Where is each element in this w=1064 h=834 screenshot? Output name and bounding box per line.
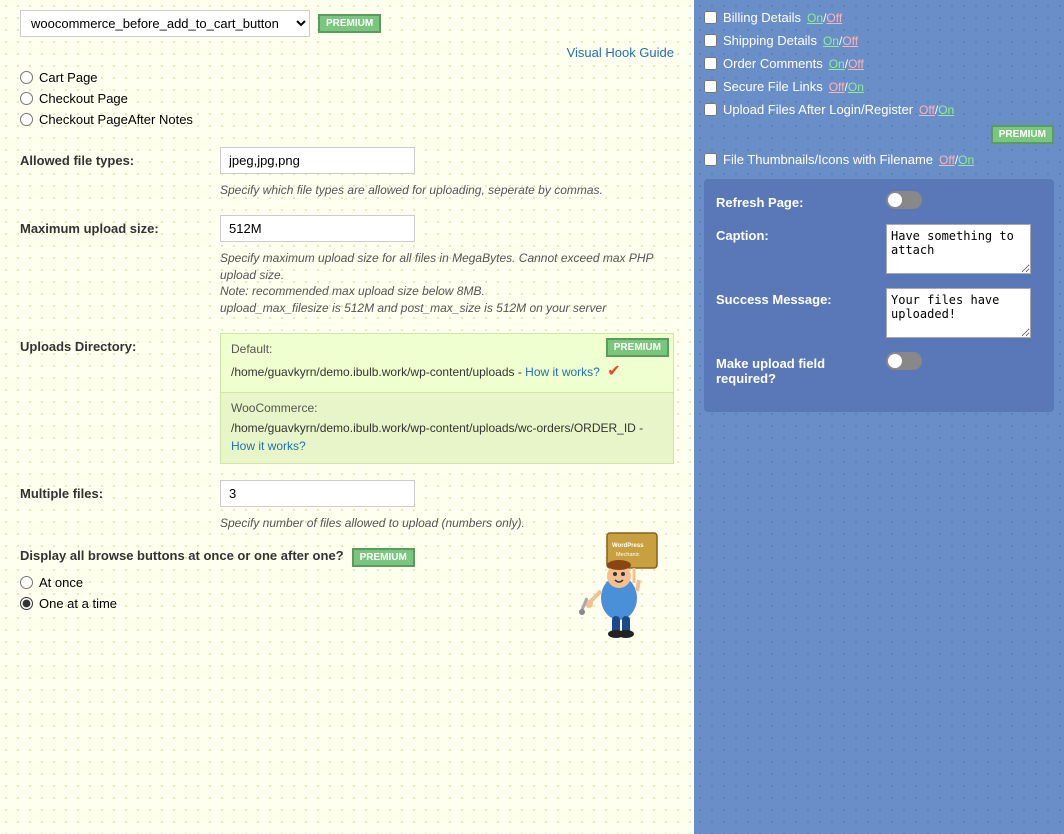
secure-off-link[interactable]: Off xyxy=(829,80,845,94)
order-comments-checkbox[interactable] xyxy=(704,57,717,70)
make-required-row: Make upload field required? xyxy=(716,352,1042,386)
uploads-default-link[interactable]: How it works? xyxy=(525,365,600,379)
upload-on-link[interactable]: On xyxy=(938,103,954,117)
uploads-woo-link[interactable]: How it works? xyxy=(231,439,306,453)
blue-settings-section: Refresh Page: Caption: Have something to… xyxy=(704,179,1054,412)
checkmark-icon: ✔ xyxy=(607,363,620,380)
premium-badge-browse: PREMIUM xyxy=(352,548,415,567)
uploads-default-label: Default: xyxy=(231,342,663,356)
one-at-a-time-label: One at a time xyxy=(39,596,117,611)
hook-select[interactable]: woocommerce_before_add_to_cart_button xyxy=(20,10,310,37)
at-once-label: At once xyxy=(39,575,83,590)
right-panel: Billing Details On/Off Shipping Details … xyxy=(694,0,1064,834)
shipping-off-link[interactable]: Off xyxy=(842,34,858,48)
shipping-on-link[interactable]: On xyxy=(823,34,839,48)
make-required-toggle[interactable] xyxy=(886,352,922,370)
checkout-page-radio[interactable] xyxy=(20,92,33,105)
success-message-label: Success Message: xyxy=(716,288,876,307)
visual-hook-link[interactable]: Visual Hook Guide xyxy=(20,45,674,60)
one-at-a-time-radio[interactable] xyxy=(20,597,33,610)
uploads-box: PREMIUM Default: /home/guavkyrn/demo.ibu… xyxy=(220,333,674,464)
page-radio-group: Cart Page Checkout Page Checkout PageAft… xyxy=(20,70,674,127)
svg-text:Mechanic: Mechanic xyxy=(616,552,640,558)
secure-file-text: Secure File Links xyxy=(723,79,823,94)
refresh-page-label: Refresh Page: xyxy=(716,191,876,210)
refresh-page-toggle[interactable] xyxy=(886,191,922,209)
order-comments-text: Order Comments xyxy=(723,56,823,71)
uploads-default-path: /home/guavkyrn/demo.ibulb.work/wp-conten… xyxy=(231,360,663,384)
right-checkboxes: Billing Details On/Off Shipping Details … xyxy=(704,10,1054,167)
caption-label: Caption: xyxy=(716,224,876,243)
uploads-woo-label: WooCommerce: xyxy=(231,401,663,415)
billing-on-link[interactable]: On xyxy=(807,11,823,25)
file-types-label: Allowed file types: xyxy=(20,147,220,168)
svg-text:WordPress: WordPress xyxy=(612,543,644,549)
upload-after-login-text: Upload Files After Login/Register xyxy=(723,102,913,117)
max-upload-label: Maximum upload size: xyxy=(20,215,220,236)
checkout-after-label: Checkout PageAfter Notes xyxy=(39,112,193,127)
max-upload-note: Note: recommended max upload size below … xyxy=(220,283,674,300)
success-message-textarea[interactable]: Your files have uploaded! xyxy=(886,288,1031,338)
shipping-details-checkbox[interactable] xyxy=(704,34,717,47)
max-upload-input[interactable] xyxy=(220,215,415,242)
premium-badge-right: PREMIUM xyxy=(991,125,1054,144)
checkout-after-radio[interactable] xyxy=(20,113,33,126)
file-types-hint: Specify which file types are allowed for… xyxy=(220,182,674,199)
order-on-link[interactable]: On xyxy=(829,57,845,71)
thumbnails-on-link[interactable]: On xyxy=(958,153,974,167)
max-upload-server: upload_max_filesize is 512M and post_max… xyxy=(220,300,674,317)
file-types-input[interactable] xyxy=(220,147,415,174)
uploads-dir-row: Uploads Directory: PREMIUM Default: /hom… xyxy=(20,333,674,464)
success-message-row: Success Message: Your files have uploade… xyxy=(716,288,1042,338)
upload-off-link[interactable]: Off xyxy=(919,103,935,117)
make-required-label: Make upload field required? xyxy=(716,352,876,386)
caption-textarea[interactable]: Have something to attach xyxy=(886,224,1031,274)
billing-off-link[interactable]: Off xyxy=(826,11,842,25)
cart-page-radio[interactable] xyxy=(20,71,33,84)
secure-on-link[interactable]: On xyxy=(848,80,864,94)
file-types-row: Allowed file types: Specify which file t… xyxy=(20,147,674,199)
cart-page-label: Cart Page xyxy=(39,70,98,85)
refresh-page-row: Refresh Page: xyxy=(716,191,1042,210)
billing-details-text: Billing Details xyxy=(723,10,801,25)
uploads-dir-label: Uploads Directory: xyxy=(20,333,220,354)
mechanic-character: WordPress Mechanic xyxy=(579,528,664,641)
multiple-files-input[interactable] xyxy=(220,480,415,507)
billing-details-checkbox[interactable] xyxy=(704,11,717,24)
file-thumbnails-text: File Thumbnails/Icons with Filename xyxy=(723,152,933,167)
max-upload-hint: Specify maximum upload size for all file… xyxy=(220,250,674,284)
order-off-link[interactable]: Off xyxy=(848,57,864,71)
shipping-details-text: Shipping Details xyxy=(723,33,817,48)
multiple-files-label: Multiple files: xyxy=(20,480,220,501)
max-upload-row: Maximum upload size: Specify maximum upl… xyxy=(20,215,674,317)
browse-question: Display all browse buttons at once or on… xyxy=(20,548,344,563)
uploads-woo-path: /home/guavkyrn/demo.ibulb.work/wp-conten… xyxy=(231,419,663,455)
caption-row: Caption: Have something to attach xyxy=(716,224,1042,274)
checkout-page-label: Checkout Page xyxy=(39,91,128,106)
secure-file-checkbox[interactable] xyxy=(704,80,717,93)
premium-badge-hook: PREMIUM xyxy=(318,14,381,33)
at-once-radio[interactable] xyxy=(20,576,33,589)
thumbnails-off-link[interactable]: Off xyxy=(939,153,955,167)
upload-after-login-checkbox[interactable] xyxy=(704,103,717,116)
premium-badge-uploads: PREMIUM xyxy=(606,338,669,357)
multiple-files-row: Multiple files: Specify number of files … xyxy=(20,480,674,532)
file-thumbnails-checkbox[interactable] xyxy=(704,153,717,166)
